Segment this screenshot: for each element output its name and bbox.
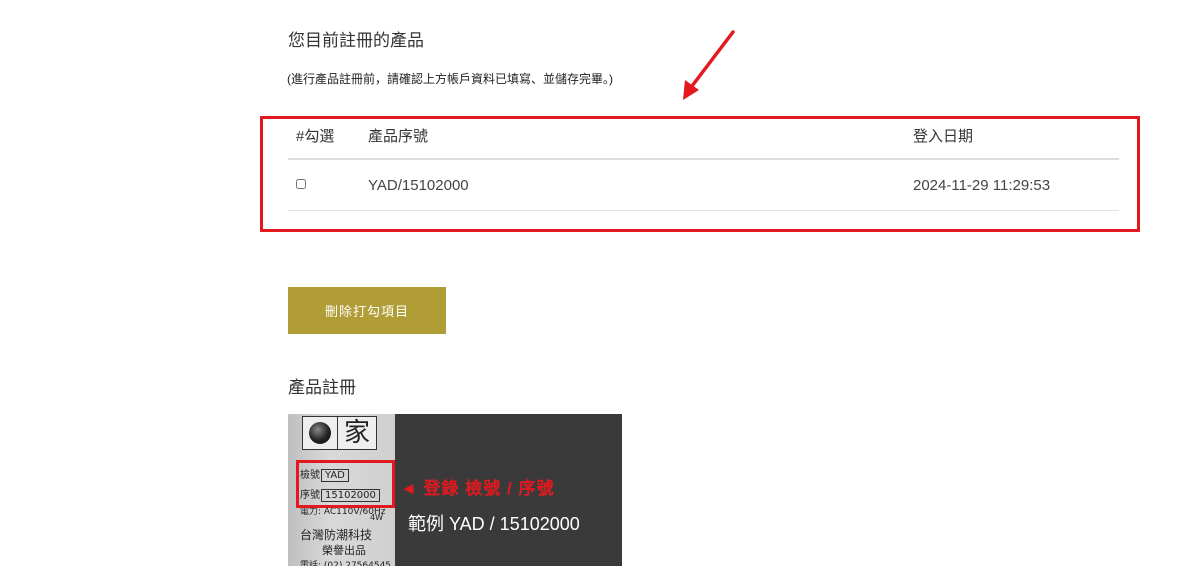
column-header-serial: 產品序號	[368, 128, 429, 145]
product-registration-title: 產品註冊	[288, 378, 356, 397]
table-row-date: 2024-11-29 11:29:53	[913, 177, 1051, 194]
logo-character: 家	[338, 416, 377, 450]
plate-watt: 4W	[370, 513, 383, 522]
logo-circle-icon	[302, 416, 338, 450]
brand-logo: 家	[302, 416, 377, 450]
plate-company: 台灣防潮科技	[300, 528, 373, 542]
register-callout: ◄ 登錄 檢號 / 序號	[400, 479, 555, 498]
example-serial-text: 範例 YAD / 15102000	[408, 514, 580, 534]
plate-honor: 榮譽出品	[322, 544, 366, 557]
serial-highlight-frame	[296, 460, 395, 508]
registration-note: (進行產品註冊前，請確認上方帳戶資料已填寫、並儲存完畢。)	[287, 72, 613, 86]
table-row-divider	[288, 210, 1119, 211]
table-header-divider	[288, 158, 1119, 160]
red-pointer-arrow-icon	[683, 30, 735, 100]
column-header-check: #勾選	[296, 128, 335, 145]
registered-products-title: 您目前註冊的產品	[288, 31, 424, 50]
row-select-checkbox[interactable]	[296, 179, 306, 189]
serial-example-image: 家 檢號 YAD 序號 15102000 電力: AC110V/60Hz 4W 台灣…	[288, 414, 622, 566]
column-header-date: 登入日期	[913, 128, 974, 145]
table-row-serial: YAD/15102000	[368, 177, 469, 194]
delete-checked-button[interactable]: 刪除打勾項目	[288, 287, 446, 334]
plate-phone: 電話: (02) 27564545	[300, 561, 392, 566]
